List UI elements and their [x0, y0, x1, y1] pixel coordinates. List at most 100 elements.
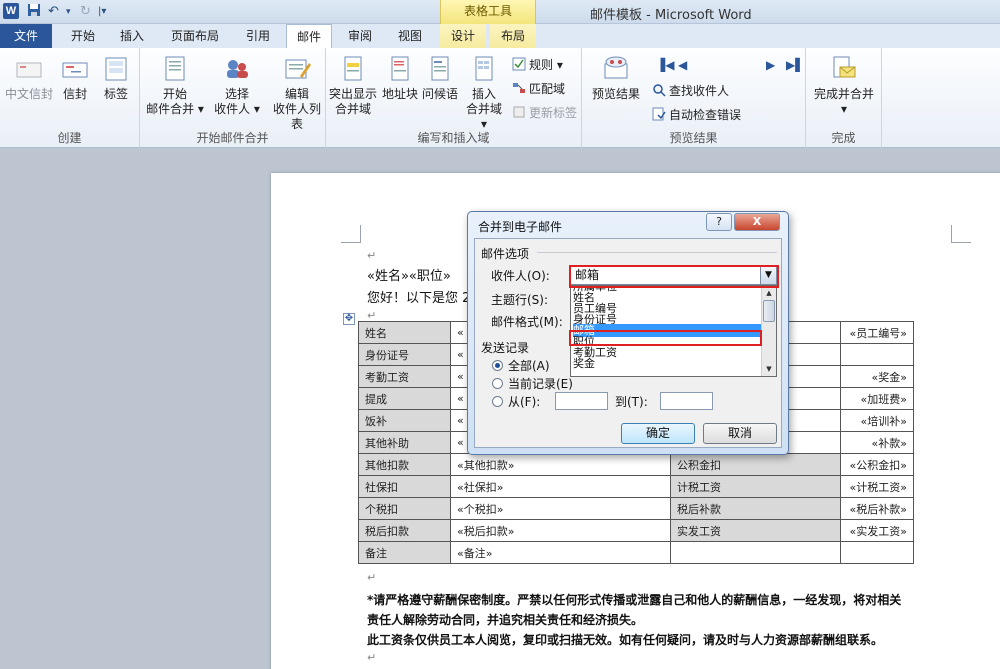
tab-table-layout[interactable]: 布局: [490, 24, 536, 48]
table-cell[interactable]: 税后补款: [670, 497, 841, 520]
table-cell[interactable]: «个税扣»: [450, 497, 671, 520]
scroll-down-icon[interactable]: ▼: [762, 362, 776, 376]
current-record-radio[interactable]: [492, 378, 503, 389]
table-cell[interactable]: [670, 541, 841, 564]
previous-record-icon[interactable]: ◀: [678, 58, 687, 72]
table-cell[interactable]: «社保扣»: [450, 475, 671, 498]
table-move-handle-icon[interactable]: ✥: [343, 313, 355, 325]
table-cell[interactable]: «培训补»: [840, 409, 914, 432]
from-record-input[interactable]: [555, 392, 608, 410]
table-row: 其他扣款 «其他扣款» 公积金扣 «公积金扣»: [358, 453, 914, 476]
tab-home[interactable]: 开始: [60, 24, 106, 48]
tab-file[interactable]: 文件: [0, 24, 52, 48]
match-fields-icon: [513, 83, 525, 93]
table-cell[interactable]: 计税工资: [670, 475, 841, 498]
find-recipient-button[interactable]: 查找收件人: [652, 82, 729, 100]
preview-results-button[interactable]: 预览结果: [586, 52, 646, 102]
tab-insert[interactable]: 插入: [110, 24, 154, 48]
table-cell[interactable]: 个税扣: [358, 497, 451, 520]
table-cell[interactable]: 公积金扣: [670, 453, 841, 476]
table-cell[interactable]: «计税工资»: [840, 475, 914, 498]
subject-label: 主题行(S):: [491, 293, 549, 307]
from-range-radio[interactable]: [492, 396, 503, 407]
table-cell[interactable]: 社保扣: [358, 475, 451, 498]
envelopes-button[interactable]: 信封: [56, 52, 94, 102]
scroll-up-icon[interactable]: ▲: [762, 286, 776, 300]
customize-qat-icon[interactable]: |▾: [98, 3, 106, 21]
labels-button[interactable]: 标签: [96, 52, 136, 102]
word-logo-icon[interactable]: W: [3, 3, 19, 19]
tab-review[interactable]: 审阅: [338, 24, 382, 48]
edit-list-icon: [285, 59, 311, 79]
match-fields-button[interactable]: 匹配域: [512, 80, 565, 98]
table-cell[interactable]: 其他补助: [358, 431, 451, 454]
select-recipients-label-1: 选择: [224, 87, 249, 101]
start-mail-merge-button[interactable]: 开始 邮件合并 ▾: [144, 52, 206, 117]
tab-view[interactable]: 视图: [388, 24, 432, 48]
table-cell[interactable]: 提成: [358, 387, 451, 410]
send-records-heading: 发送记录: [481, 341, 530, 355]
to-record-input[interactable]: [660, 392, 713, 410]
table-cell[interactable]: «税后补款»: [840, 497, 914, 520]
highlight-merge-fields-button[interactable]: 突出显示 合并域: [326, 52, 380, 117]
greeting-line-button[interactable]: 问候语: [420, 52, 460, 102]
close-icon[interactable]: X: [734, 213, 780, 231]
table-cell[interactable]: 实发工资: [670, 519, 841, 542]
undo-icon[interactable]: ↶: [48, 3, 59, 21]
address-block-button[interactable]: 地址块: [380, 52, 420, 102]
table-cell[interactable]: «员工编号»: [840, 321, 914, 344]
auto-check-errors-label: 自动检查错误: [669, 108, 742, 122]
insert-merge-field-label-2: 合并域 ▾: [465, 102, 502, 131]
tab-mailings[interactable]: 邮件: [286, 24, 332, 49]
redo-icon[interactable]: ↻: [80, 3, 91, 21]
tab-table-design[interactable]: 设计: [440, 24, 486, 48]
table-cell[interactable]: [840, 541, 914, 564]
table-cell[interactable]: «公积金扣»: [840, 453, 914, 476]
scroll-thumb[interactable]: [763, 300, 775, 322]
edit-recipient-list-button[interactable]: 编辑 收件人列表: [268, 52, 326, 132]
help-icon[interactable]: ?: [706, 213, 732, 231]
update-labels-button[interactable]: 更新标签: [512, 104, 577, 122]
table-cell[interactable]: «其他扣款»: [450, 453, 671, 476]
envelopes-label: 信封: [62, 87, 87, 101]
dropdown-scrollbar[interactable]: ▲ ▼: [761, 286, 776, 376]
all-records-radio[interactable]: [492, 360, 503, 371]
table-cell[interactable]: «奖金»: [840, 365, 914, 388]
first-record-icon[interactable]: ▐◀: [656, 58, 674, 72]
table-cell[interactable]: «税后扣款»: [450, 519, 671, 542]
table-cell[interactable]: 饭补: [358, 409, 451, 432]
table-cell[interactable]: 姓名: [358, 321, 451, 344]
select-recipients-icon: [227, 60, 248, 78]
tab-page-layout[interactable]: 页面布局: [162, 24, 228, 48]
table-cell[interactable]: 身份证号: [358, 343, 451, 366]
table-cell[interactable]: 备注: [358, 541, 451, 564]
rules-button[interactable]: 规则 ▾: [512, 56, 563, 74]
dropdown-option[interactable]: 奖金: [573, 357, 761, 370]
table-cell[interactable]: «实发工资»: [840, 519, 914, 542]
table-cell[interactable]: 其他扣款: [358, 453, 451, 476]
insert-merge-field-button[interactable]: 插入 合并域 ▾: [462, 52, 506, 132]
preview-results-icon: [604, 56, 628, 79]
tab-references[interactable]: 引用: [236, 24, 280, 48]
finish-merge-icon: [833, 56, 856, 78]
table-row: 备注 «备注»: [358, 541, 914, 564]
ok-button[interactable]: 确定: [621, 423, 695, 444]
table-cell[interactable]: «加班费»: [840, 387, 914, 410]
match-fields-label: 匹配域: [529, 82, 566, 96]
table-cell[interactable]: «补款»: [840, 431, 914, 454]
table-cell[interactable]: [840, 343, 914, 366]
save-icon[interactable]: [27, 3, 41, 21]
finish-and-merge-button[interactable]: 完成并合并 ▾: [810, 52, 878, 117]
cancel-button[interactable]: 取消: [703, 423, 777, 444]
ribbon-tab-row: 文件 开始 插入 页面布局 引用 邮件 审阅 视图 设计 布局: [0, 24, 1000, 49]
auto-check-errors-button[interactable]: 自动检查错误: [652, 106, 741, 124]
table-cell[interactable]: 考勤工资: [358, 365, 451, 388]
crop-mark-left: [341, 225, 361, 243]
table-cell[interactable]: «备注»: [450, 541, 671, 564]
chinese-envelope-button[interactable]: 中文信封: [4, 52, 54, 102]
last-record-icon[interactable]: ▶▌: [786, 58, 804, 72]
undo-dropdown-icon[interactable]: ▾: [66, 3, 71, 21]
next-record-icon[interactable]: ▶: [766, 58, 775, 72]
select-recipients-button[interactable]: 选择 收件人 ▾: [206, 52, 268, 117]
table-cell[interactable]: 税后扣款: [358, 519, 451, 542]
